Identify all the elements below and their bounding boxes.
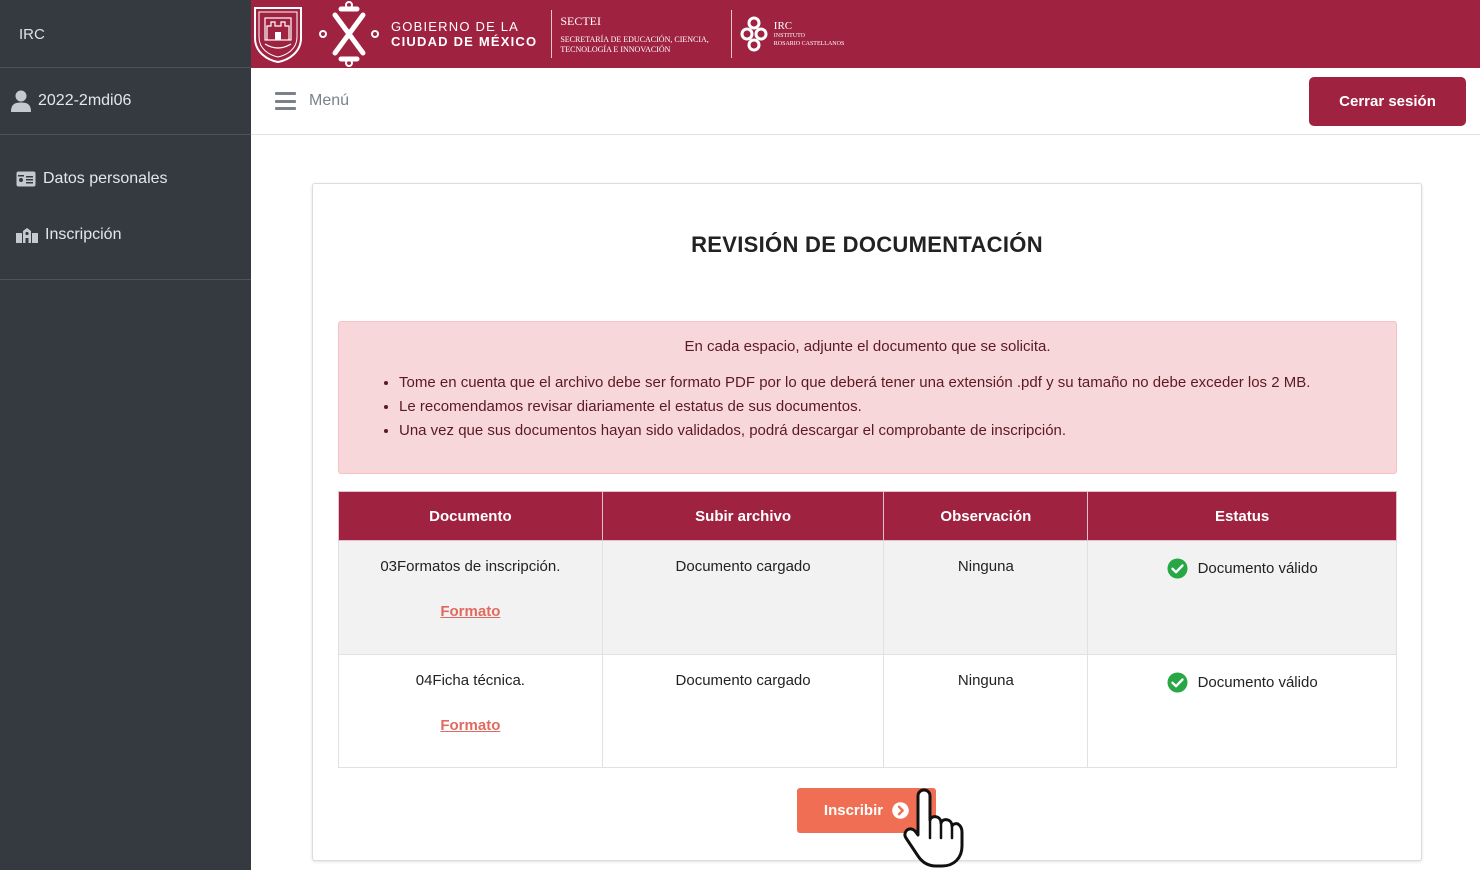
menu-toggle-button[interactable]: Menú — [275, 92, 349, 110]
banner-divider — [551, 10, 553, 58]
menu-label: Menú — [309, 92, 350, 109]
logout-button[interactable]: Cerrar sesión — [1309, 77, 1466, 126]
sidebar-item-inscripcion[interactable]: Inscripción — [0, 221, 251, 249]
irc-logo-text: IRC INSTITUTO ROSARIO CASTELLANOS — [774, 20, 845, 48]
irc-line2: ROSARIO CASTELLANOS — [773, 41, 845, 47]
sidebar-item-label: Datos personales — [43, 170, 168, 187]
hamburger-icon — [275, 92, 296, 110]
alert-bullet: Una vez que sus documentos hayan sido va… — [399, 419, 1396, 443]
gov-logo-text: GOBIERNO DE LA CIUDAD DE MÉXICO — [391, 19, 537, 49]
cell-documento: 04Ficha técnica. Formato — [338, 654, 603, 768]
cell-subir: Documento cargado — [601, 540, 885, 655]
status-badge: Documento válido — [1167, 672, 1318, 693]
irc-logo-icon — [740, 16, 768, 52]
sidebar-item-label: Inscripción — [45, 226, 122, 243]
cell-observacion: Ninguna — [883, 540, 1089, 655]
cdmx-logo — [319, 1, 379, 67]
col-header-estatus: Estatus — [1087, 491, 1397, 541]
cell-estatus: Documento válido — [1087, 540, 1397, 655]
alert-bullet: Tome en cuenta que el archivo debe ser f… — [399, 371, 1396, 395]
sidebar-nav: Datos personales Inscripción — [0, 135, 251, 280]
cell-observacion: Ninguna — [883, 654, 1089, 768]
hand-pointer-icon — [903, 788, 964, 868]
sectei-title: SECTEI — [560, 13, 601, 28]
cell-estatus: Documento válido — [1087, 654, 1397, 768]
gov-line1: GOBIERNO DE LA — [391, 19, 520, 34]
alert-bullet: Le recomendamos revisar diariamente el e… — [399, 395, 1396, 419]
status-text: Documento válido — [1197, 560, 1318, 577]
user-icon — [11, 90, 31, 112]
coat-of-arms-logo — [254, 7, 302, 64]
irc-line1: INSTITUTO — [773, 33, 806, 39]
check-circle-icon — [1167, 672, 1188, 693]
top-banner: GOBIERNO DE LA CIUDAD DE MÉXICO SECTEI S… — [251, 0, 1480, 68]
cell-documento: 03Formatos de inscripción. Formato — [338, 540, 603, 655]
documents-table: Documento Subir archivo Observación Esta… — [338, 491, 1397, 768]
status-text: Documento válido — [1197, 674, 1318, 691]
check-circle-icon — [1167, 558, 1188, 579]
col-header-observacion: Observación — [883, 491, 1089, 541]
page-title: REVISIÓN DE DOCUMENTACIÓN — [691, 232, 1043, 257]
banner-divider — [730, 10, 732, 58]
top-nav: Menú Cerrar sesión — [251, 68, 1480, 135]
sidebar-item-datos-personales[interactable]: Datos personales — [0, 165, 251, 193]
table-header-row: Documento Subir archivo Observación Esta… — [338, 491, 1397, 541]
status-badge: Documento válido — [1167, 558, 1318, 579]
col-header-documento: Documento — [338, 491, 603, 541]
alert-list: Tome en cuenta que el archivo debe ser f… — [399, 371, 1396, 443]
irc-title: IRC — [773, 20, 793, 32]
main-card: REVISIÓN DE DOCUMENTACIÓN En cada espaci… — [312, 183, 1422, 861]
document-name: 04Ficha técnica. — [415, 672, 525, 689]
id-card-icon — [16, 171, 36, 187]
sidebar-brand[interactable]: IRC — [0, 0, 251, 68]
gov-line2: CIUDAD DE MÉXICO — [391, 34, 538, 49]
sidebar-user[interactable]: 2022-2mdi06 — [0, 68, 251, 135]
cell-subir: Documento cargado — [601, 654, 885, 768]
formato-link[interactable]: Formato — [440, 603, 500, 620]
table-row: 04Ficha técnica. Formato Documento carga… — [338, 654, 1397, 768]
col-header-subir: Subir archivo — [601, 491, 885, 541]
sectei-line2: TECNOLOGÍA E INNOVACIÓN — [560, 44, 671, 54]
info-alert: En cada espacio, adjunte el documento qu… — [338, 321, 1397, 474]
school-icon — [16, 228, 38, 243]
formato-link[interactable]: Formato — [440, 717, 500, 734]
table-row: 03Formatos de inscripción. Formato Docum… — [338, 540, 1397, 655]
inscribir-label: Inscribir — [823, 802, 884, 819]
document-name: 03Formatos de inscripción. — [380, 558, 561, 575]
sectei-logo-text: SECTEI SECRETARÍA DE EDUCACIÓN, CIENCIA,… — [560, 14, 708, 55]
alert-lead: En cada espacio, adjunte el documento qu… — [684, 338, 1051, 355]
sidebar: IRC 2022-2mdi06 Datos personales Inscrip… — [0, 0, 251, 870]
sidebar-username: 2022-2mdi06 — [38, 92, 132, 109]
sectei-line1: SECRETARÍA DE EDUCACIÓN, CIENCIA, — [560, 34, 709, 44]
